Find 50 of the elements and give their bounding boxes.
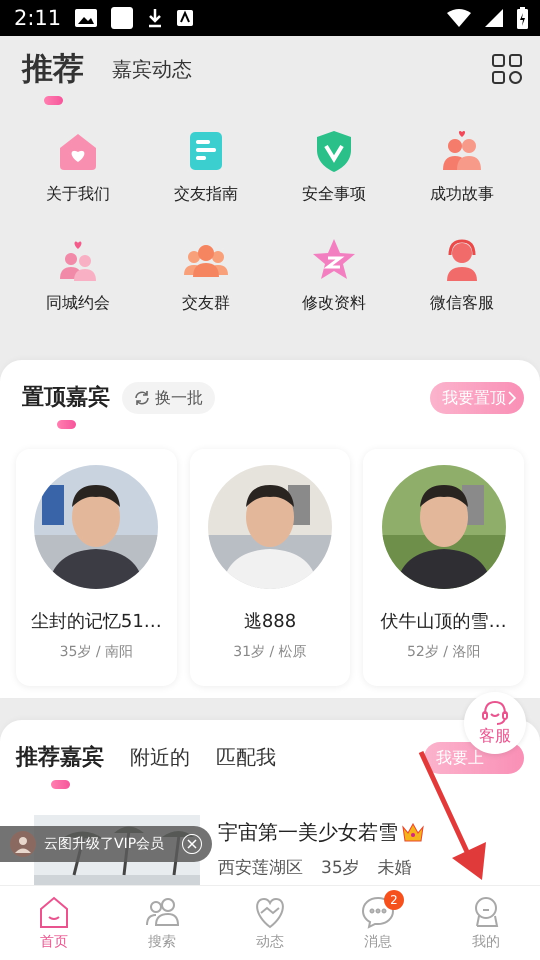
header-tab[interactable]: 推荐	[22, 48, 84, 105]
chevron-icon	[508, 391, 516, 405]
tab-indicator	[50, 780, 70, 789]
header-tab[interactable]: 嘉宾动态	[112, 48, 192, 83]
shortcut-label[interactable]: 修改资料	[302, 293, 366, 314]
signal-icon	[485, 9, 503, 27]
guest-card[interactable]: 尘封的记忆51… 35岁 / 南阳	[16, 449, 177, 686]
shortcut-label[interactable]: 交友指南	[174, 184, 238, 205]
image-icon	[75, 9, 98, 27]
list-tab[interactable]: 匹配我	[216, 742, 276, 771]
shortcut-label[interactable]: 同城约会	[46, 293, 110, 314]
list-tab[interactable]: 推荐嘉宾	[16, 742, 104, 789]
shortcut-label[interactable]: 交友群	[182, 293, 230, 314]
grid-menu-icon[interactable]	[492, 54, 522, 84]
guest-meta: 52岁 / 洛阳	[406, 643, 480, 661]
guest-name: 尘封的记忆51…	[30, 610, 162, 633]
guest-meta: 35岁 / 南阳	[60, 643, 134, 661]
list-tab[interactable]: 附近的	[130, 742, 190, 771]
member-status: 未婚	[378, 857, 412, 879]
notification-toast: 云图升级了VIP会员	[0, 826, 212, 862]
chat-icon	[360, 895, 396, 929]
close-icon	[187, 839, 197, 849]
avatar-icon	[10, 831, 36, 857]
download-icon	[147, 8, 164, 28]
shortcut-label[interactable]: 成功故事	[430, 184, 494, 205]
guest-meta: 31岁 / 松原	[233, 643, 307, 661]
battery-icon	[517, 7, 528, 29]
close-button[interactable]	[182, 834, 202, 854]
member-name[interactable]: 宇宙第一美少女若雪	[218, 819, 398, 846]
clock: 2:11	[14, 6, 62, 30]
section-title: 置顶嘉宾	[22, 384, 110, 412]
people-icon	[144, 895, 180, 929]
app-icon	[111, 7, 134, 29]
tab-indicator	[44, 96, 62, 105]
guest-card[interactable]: 逃888 31岁 / 松原	[190, 449, 350, 686]
refresh-button[interactable]: 换一批	[122, 382, 215, 414]
wifi-icon	[447, 9, 471, 27]
guest-name: 伏牛山顶的雪…	[380, 610, 507, 633]
keyboard-icon	[177, 10, 194, 26]
shortcut-label[interactable]: 微信客服	[430, 293, 494, 314]
headset-icon	[481, 700, 509, 726]
shortcut-label[interactable]: 关于我们	[46, 184, 110, 205]
member-location: 西安莲湖区	[218, 857, 303, 879]
title-underline	[56, 420, 76, 429]
guest-name: 逃888	[244, 610, 296, 633]
member-age: 35岁	[321, 857, 360, 879]
shortcut-label[interactable]: 安全事项	[302, 184, 366, 205]
unread-badge: 2	[384, 890, 404, 910]
refresh-icon	[134, 390, 150, 406]
guest-card[interactable]: 伏牛山顶的雪… 52岁 / 洛阳	[363, 449, 524, 686]
